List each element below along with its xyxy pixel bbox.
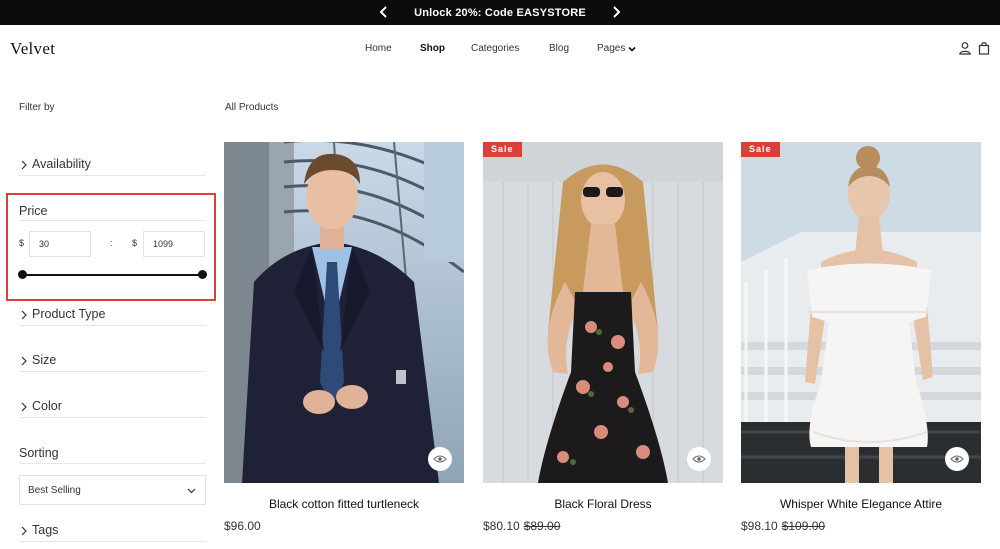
currency-symbol: $ <box>19 238 25 248</box>
page-title: All Products <box>225 102 279 113</box>
announcement-text: Unlock 20%: Code EASYSTORE <box>414 6 586 19</box>
sorting-select[interactable]: Best Selling <box>19 475 206 505</box>
product-name[interactable]: Black Floral Dress <box>483 497 723 511</box>
divider <box>19 463 206 464</box>
product-image-floral-dress[interactable]: Sale <box>483 142 723 483</box>
main-nav: Home Shop Categories Blog Pages <box>0 43 1000 57</box>
filter-by-label: Filter by <box>19 102 55 113</box>
chevron-right-icon[interactable] <box>609 5 623 19</box>
product-current-price: $98.10 <box>741 519 778 533</box>
product-name[interactable]: Black cotton fitted turtleneck <box>224 497 464 511</box>
nav-pages[interactable]: Pages <box>597 43 636 54</box>
product-card: Sale Black Floral Dress $80.10 $89.00 <box>483 142 723 533</box>
facet-color-label: Color <box>32 399 62 413</box>
announcement-bar: Unlock 20%: Code EASYSTORE <box>0 0 1000 25</box>
product-price: $98.10 $109.00 <box>741 519 825 533</box>
quick-view-button[interactable] <box>945 447 969 471</box>
chevron-right-icon <box>21 402 27 412</box>
nav-categories[interactable]: Categories <box>471 43 519 54</box>
currency-symbol: $ <box>132 238 138 248</box>
eye-icon <box>950 455 964 463</box>
price-separator: : <box>110 238 113 248</box>
price-filter-title: Price <box>19 204 48 218</box>
product-compare-price: $109.00 <box>781 519 826 533</box>
product-card: Black cotton fitted turtleneck $96.00 <box>224 142 464 533</box>
price-max-input[interactable] <box>143 231 205 257</box>
divider <box>19 220 206 221</box>
nav-home[interactable]: Home <box>365 43 392 54</box>
product-card: Sale Whisper White Elegance Attire $98.1… <box>741 142 981 533</box>
facet-tags-label: Tags <box>32 523 59 537</box>
nav-blog[interactable]: Blog <box>549 43 569 54</box>
chevron-down-icon <box>628 46 636 52</box>
chevron-right-icon <box>21 526 27 536</box>
price-slider-max-handle[interactable] <box>197 270 207 279</box>
chevron-right-icon <box>21 160 27 170</box>
facet-availability[interactable]: Availability <box>19 157 206 176</box>
facet-size[interactable]: Size <box>19 353 206 372</box>
quick-view-button[interactable] <box>428 447 452 471</box>
sorting-title: Sorting <box>19 446 59 460</box>
chevron-right-icon <box>21 356 27 366</box>
price-slider-track[interactable] <box>22 274 202 276</box>
eye-icon <box>433 455 447 463</box>
facet-color[interactable]: Color <box>19 399 206 418</box>
nav-shop[interactable]: Shop <box>420 43 445 54</box>
facet-tags[interactable]: Tags <box>19 523 206 542</box>
facet-product-type-label: Product Type <box>32 307 106 321</box>
chevron-down-icon <box>187 488 196 494</box>
chevron-right-icon <box>21 310 27 320</box>
cart-icon[interactable] <box>977 41 991 55</box>
product-name[interactable]: Whisper White Elegance Attire <box>741 497 981 511</box>
quick-view-button[interactable] <box>687 447 711 471</box>
product-price: $80.10 $89.00 <box>483 519 560 533</box>
sale-badge: Sale <box>483 142 522 157</box>
user-icon[interactable] <box>958 41 972 55</box>
product-current-price: $96.00 <box>224 519 261 533</box>
product-price: $96.00 <box>224 519 261 533</box>
eye-icon <box>692 455 706 463</box>
product-current-price: $80.10 <box>483 519 520 533</box>
product-image-white-dress[interactable]: Sale <box>741 142 981 483</box>
price-min-input[interactable] <box>29 231 91 257</box>
price-slider-min-handle[interactable] <box>17 270 27 279</box>
site-header: Velvet Home Shop Categories Blog Pages <box>0 25 1000 73</box>
facet-availability-label: Availability <box>32 157 91 171</box>
nav-pages-label: Pages <box>597 43 626 54</box>
product-image-suit-man[interactable] <box>224 142 464 483</box>
sorting-selected-value: Best Selling <box>28 485 81 496</box>
product-compare-price: $89.00 <box>523 519 561 533</box>
sale-badge: Sale <box>741 142 780 157</box>
chevron-left-icon[interactable] <box>377 5 391 19</box>
facet-product-type[interactable]: Product Type <box>19 307 206 326</box>
facet-size-label: Size <box>32 353 57 367</box>
